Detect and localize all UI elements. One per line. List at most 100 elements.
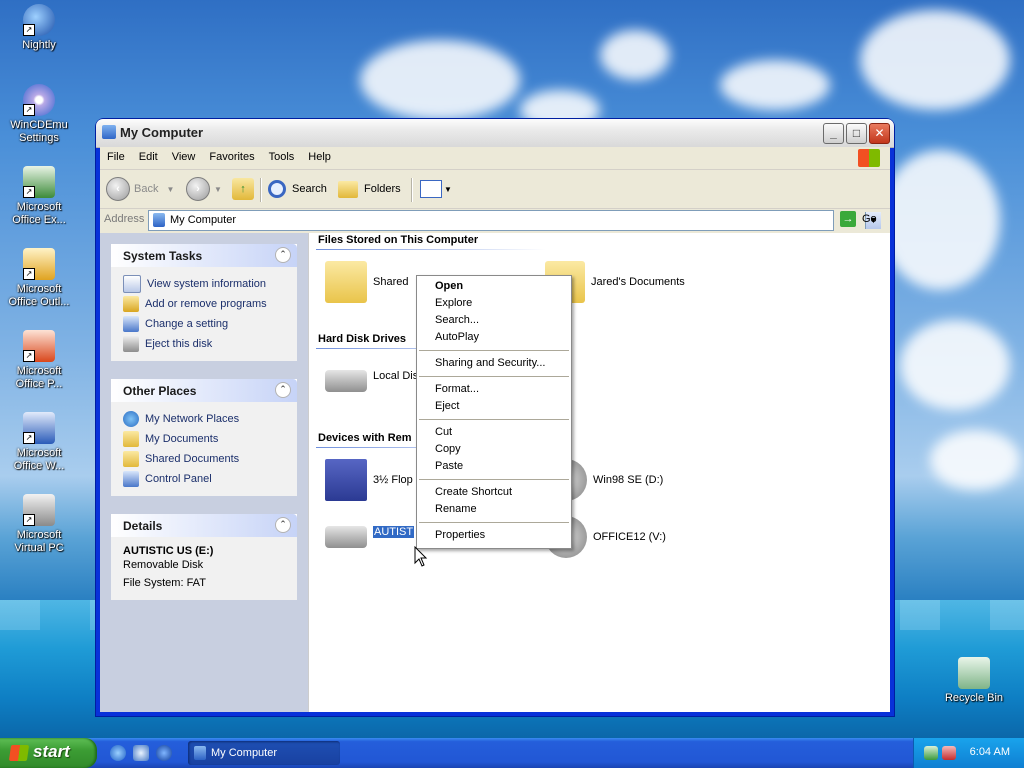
item-label: Shared <box>373 276 409 288</box>
task-eject-disk[interactable]: Eject this disk <box>123 334 297 354</box>
menu-explore[interactable]: Explore <box>435 297 472 309</box>
task-label: View system information <box>147 278 267 290</box>
address-field[interactable]: My Computer ▼ <box>148 210 881 231</box>
safely-remove-hardware-icon[interactable] <box>924 746 938 760</box>
address-value: My Computer <box>170 214 237 226</box>
group-header-devices: Devices with Rem <box>318 432 412 444</box>
desktop-icon-label: Microsoft Office W... <box>13 447 65 472</box>
menu-file[interactable]: File <box>100 147 132 163</box>
menu-paste[interactable]: Paste <box>435 460 463 472</box>
menu-open[interactable]: Open <box>435 280 463 292</box>
desktop-icon-excel[interactable]: ↗ Microsoft Office Ex... <box>1 166 77 227</box>
task-pane: System Tasks ⌃ View system information A… <box>100 233 309 712</box>
desktop-icon-recycle-bin[interactable]: Recycle Bin <box>936 657 1012 705</box>
content-pane: Files Stored on This Computer Shared Jar… <box>309 233 890 712</box>
details-header[interactable]: Details ⌃ <box>111 514 297 537</box>
close-button[interactable]: ✕ <box>869 123 890 144</box>
security-shield-icon[interactable] <box>942 746 956 760</box>
task-label: Change a setting <box>145 318 229 330</box>
taskbar-button-my-computer[interactable]: My Computer <box>188 741 340 765</box>
eject-icon <box>123 336 139 352</box>
maximize-button[interactable]: □ <box>846 123 867 144</box>
up-button[interactable]: ↑ <box>232 176 254 202</box>
menu-view[interactable]: View <box>165 147 203 163</box>
item-autistic-us-drive[interactable]: AUTIST <box>325 516 415 548</box>
system-tasks-header[interactable]: System Tasks ⌃ <box>111 244 297 267</box>
menu-favorites[interactable]: Favorites <box>202 147 261 163</box>
desktop-icon-wincdemu[interactable]: ↗ WinCDEmu Settings <box>1 84 77 145</box>
collapse-chevron-icon[interactable]: ⌃ <box>275 517 291 533</box>
system-tray: 6:04 AM <box>913 738 1024 768</box>
my-computer-icon <box>102 125 116 139</box>
address-label: Address <box>104 213 145 225</box>
menu-create-shortcut[interactable]: Create Shortcut <box>435 486 512 498</box>
go-arrow-icon: → <box>840 211 856 227</box>
internet-explorer-icon[interactable] <box>110 745 126 761</box>
group-header-files: Files Stored on This Computer <box>318 234 479 246</box>
menu-rename[interactable]: Rename <box>435 503 477 515</box>
folder-icon <box>123 451 139 467</box>
menu-sharing-security[interactable]: Sharing and Security... <box>435 357 545 369</box>
search-button[interactable]: Search <box>268 176 327 202</box>
place-my-documents[interactable]: My Documents <box>123 429 297 449</box>
task-add-remove-programs[interactable]: Add or remove programs <box>123 294 297 314</box>
views-button[interactable]: ▼ <box>420 176 452 202</box>
collapse-chevron-icon[interactable]: ⌃ <box>275 382 291 398</box>
item-label: Jared's Documents <box>591 276 685 288</box>
menu-eject[interactable]: Eject <box>435 400 459 412</box>
system-tasks-panel: System Tasks ⌃ View system information A… <box>111 244 297 361</box>
go-button[interactable]: → Go <box>840 211 877 227</box>
virtual-pc-icon: ↗ <box>23 494 55 526</box>
place-my-network-places[interactable]: My Network Places <box>123 409 297 429</box>
desktop-icon-virtualpc[interactable]: ↗ Microsoft Virtual PC <box>1 494 77 555</box>
excel-icon: ↗ <box>23 166 55 198</box>
network-icon <box>123 411 139 427</box>
menu-help[interactable]: Help <box>301 147 338 163</box>
other-places-header[interactable]: Other Places ⌃ <box>111 379 297 402</box>
place-shared-documents[interactable]: Shared Documents <box>123 449 297 469</box>
context-menu: Open Explore Search... AutoPlay Sharing … <box>416 275 572 549</box>
details-filesystem: File System: FAT <box>123 577 206 589</box>
back-button[interactable]: ‹ Back ▼ <box>106 176 174 202</box>
task-change-setting[interactable]: Change a setting <box>123 314 297 334</box>
menu-cut[interactable]: Cut <box>435 426 452 438</box>
task-view-system-information[interactable]: View system information <box>123 274 297 294</box>
clock: 6:04 AM <box>969 746 1010 758</box>
folders-button[interactable]: Folders <box>338 176 401 202</box>
folders-label: Folders <box>364 183 401 195</box>
item-shared-documents[interactable]: Shared <box>325 261 408 303</box>
menu-format[interactable]: Format... <box>435 383 479 395</box>
item-floppy-drive[interactable]: 3½ Flop <box>325 459 413 501</box>
item-local-disk[interactable]: Local Dis <box>325 360 418 392</box>
desktop-icon-word[interactable]: ↗ Microsoft Office W... <box>1 412 77 473</box>
add-remove-icon <box>123 296 139 312</box>
outlook-express-icon[interactable] <box>133 745 149 761</box>
desktop-icon-powerpoint[interactable]: ↗ Microsoft Office P... <box>1 330 77 391</box>
menu-properties[interactable]: Properties <box>435 529 485 541</box>
desktop-icon-label: Microsoft Office Ex... <box>12 201 66 226</box>
collapse-chevron-icon[interactable]: ⌃ <box>275 247 291 263</box>
forward-button[interactable]: › ▼ <box>186 176 222 202</box>
powerpoint-icon: ↗ <box>23 330 55 362</box>
back-arrow-icon: ‹ <box>106 177 130 201</box>
menu-tools[interactable]: Tools <box>262 147 302 163</box>
desktop-icon-label: Nightly <box>22 39 56 51</box>
hard-disk-icon <box>325 370 367 392</box>
menu-bar: File Edit View Favorites Tools Help <box>100 147 890 170</box>
title-bar[interactable]: My Computer _ □ ✕ <box>96 119 894 148</box>
word-icon: ↗ <box>23 412 55 444</box>
my-computer-icon <box>153 213 165 227</box>
minimize-button[interactable]: _ <box>823 123 844 144</box>
windows-flag-icon <box>8 745 30 761</box>
menu-autoplay[interactable]: AutoPlay <box>435 331 479 343</box>
task-label: Add or remove programs <box>145 298 267 310</box>
start-button[interactable]: start <box>0 738 97 768</box>
desktop-icon-nightly[interactable]: ↗ Nightly <box>1 4 77 52</box>
media-player-icon[interactable] <box>156 745 172 761</box>
place-control-panel[interactable]: Control Panel <box>123 469 297 489</box>
desktop-icon-outlook[interactable]: ↗ Microsoft Office Outl... <box>1 248 77 309</box>
panel-title: Details <box>123 519 163 533</box>
menu-copy[interactable]: Copy <box>435 443 461 455</box>
menu-search[interactable]: Search... <box>435 314 479 326</box>
menu-edit[interactable]: Edit <box>132 147 165 163</box>
